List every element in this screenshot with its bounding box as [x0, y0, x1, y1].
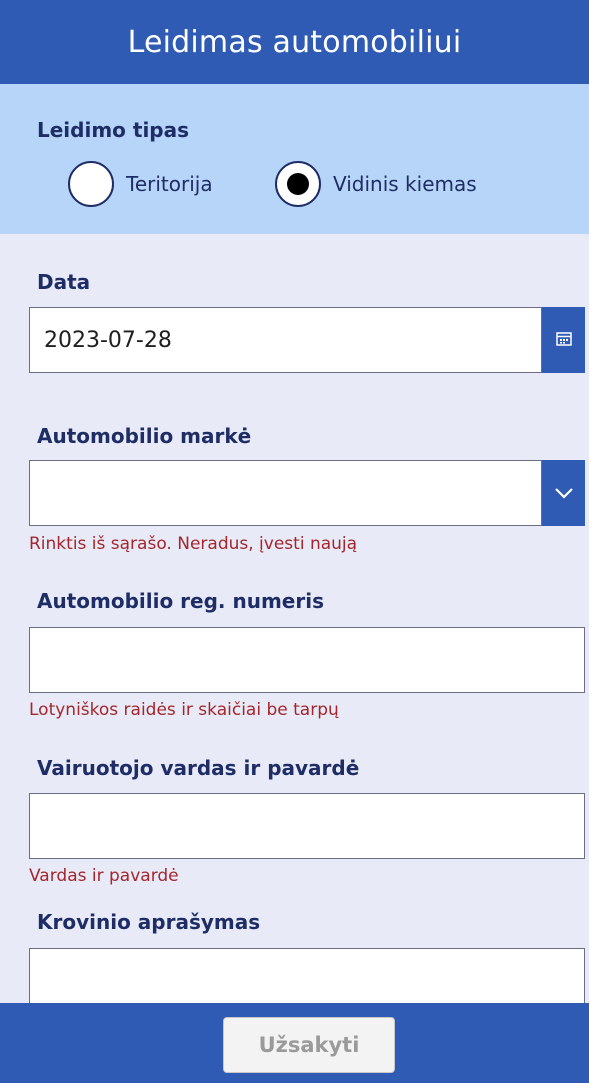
permit-type-panel: Leidimo tipas Teritorija Vidinis kiemas: [0, 84, 589, 234]
date-label: Data: [37, 270, 91, 294]
driver-field[interactable]: [29, 793, 585, 859]
reg-number-hint: Lotyniškos raidės ir skaičiai be tarpų: [29, 700, 339, 720]
car-make-field[interactable]: [29, 460, 542, 526]
cargo-label: Krovinio aprašymas: [37, 910, 261, 934]
permit-type-label: Leidimo tipas: [37, 118, 190, 142]
footer-bar: Užsakyti: [0, 1003, 589, 1083]
driver-hint: Vardas ir pavardė: [29, 866, 179, 886]
radio-circle-unselected[interactable]: [68, 161, 114, 207]
radio-circle-selected[interactable]: [275, 161, 321, 207]
radio-label-vidinis-kiemas: Vidinis kiemas: [333, 172, 477, 196]
chevron-down-icon: [554, 484, 574, 503]
reg-number-label: Automobilio reg. numeris: [37, 589, 324, 613]
reg-number-field[interactable]: [29, 627, 585, 693]
car-make-dropdown-button[interactable]: [542, 460, 585, 526]
date-input[interactable]: [30, 308, 541, 372]
page-title: Leidimas automobiliui: [127, 24, 462, 60]
driver-input[interactable]: [30, 794, 584, 858]
radio-selected-dot: [287, 173, 309, 195]
radio-teritorija[interactable]: Teritorija: [68, 160, 213, 208]
submit-button[interactable]: Užsakyti: [223, 1017, 395, 1073]
calendar-icon: [555, 331, 572, 350]
reg-number-input[interactable]: [30, 628, 584, 692]
radio-label-teritorija: Teritorija: [126, 172, 213, 196]
radio-vidinis-kiemas[interactable]: Vidinis kiemas: [275, 160, 477, 208]
car-make-hint: Rinktis iš sąrašo. Neradus, įvesti naują: [29, 534, 358, 554]
driver-label: Vairuotojo vardas ir pavardė: [37, 756, 360, 780]
car-make-label: Automobilio markė: [37, 424, 252, 448]
car-make-input[interactable]: [30, 461, 541, 525]
app-header: Leidimas automobiliui: [0, 0, 589, 84]
calendar-button[interactable]: [542, 307, 585, 373]
date-field[interactable]: [29, 307, 542, 373]
